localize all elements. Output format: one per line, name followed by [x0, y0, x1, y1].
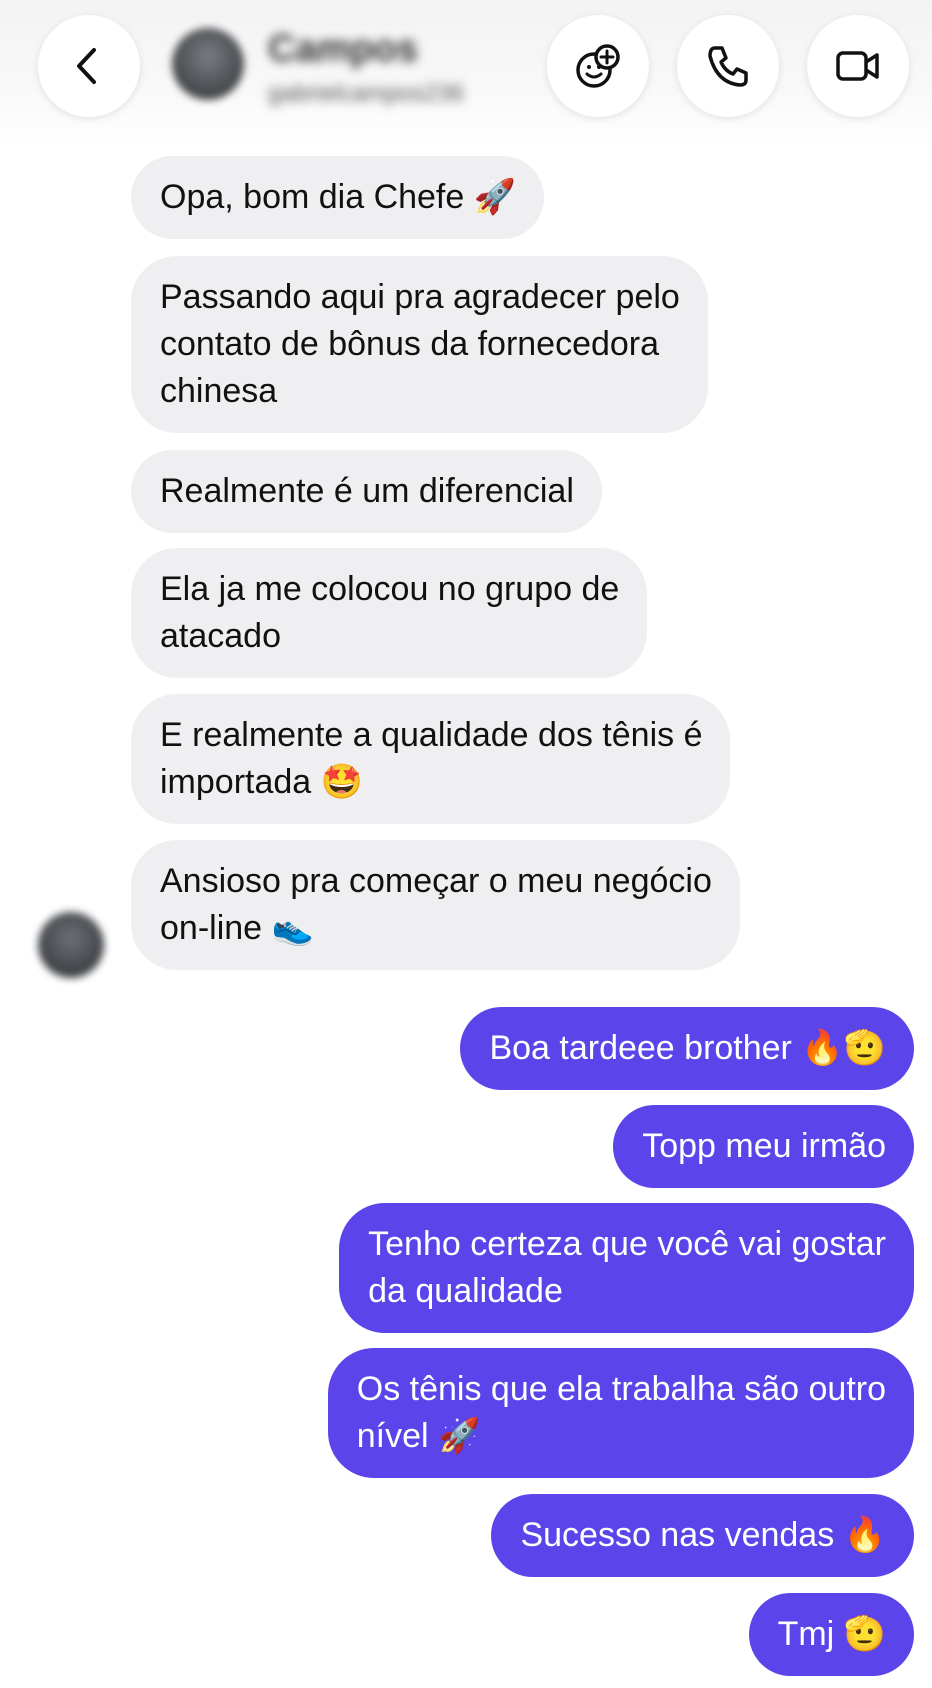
effects-button[interactable] [547, 15, 649, 117]
outgoing-message[interactable]: Tmj 🫡 [748, 1593, 914, 1676]
outgoing-message[interactable]: Topp meu irmão [613, 1105, 914, 1188]
incoming-message[interactable]: Ansioso pra começar o meu negócio on-lin… [131, 840, 740, 970]
incoming-message[interactable]: Realmente é um diferencial [131, 450, 602, 533]
chevron-left-icon [77, 48, 96, 84]
video-camera-icon [836, 51, 879, 81]
outgoing-message[interactable]: Sucesso nas vendas 🔥 [491, 1494, 914, 1577]
back-button[interactable] [38, 15, 140, 117]
incoming-message[interactable]: Opa, bom dia Chefe 🚀 [131, 156, 545, 239]
incoming-message[interactable]: Ela ja me colocou no grupo de atacado [131, 548, 648, 678]
video-call-button[interactable] [807, 15, 909, 117]
smiley-plus-icon [576, 44, 620, 88]
sender-avatar[interactable] [38, 912, 104, 978]
contact-name[interactable]: Campos [268, 28, 418, 71]
incoming-message[interactable]: E realmente a qualidade dos tênis é impo… [131, 694, 731, 824]
incoming-message[interactable]: Passando aqui pra agradecer pelo contato… [131, 256, 708, 433]
outgoing-message[interactable]: Tenho certeza que você vai gostar da qua… [339, 1203, 914, 1333]
phone-icon [708, 46, 748, 87]
contact-avatar[interactable] [172, 28, 244, 100]
chat-screen: Campos gabrielcampos236 Opa, bom dia Che… [0, 0, 932, 1688]
outgoing-message[interactable]: Boa tardeee brother 🔥🫡 [460, 1007, 914, 1090]
contact-handle[interactable]: gabrielcampos236 [268, 80, 464, 108]
call-button[interactable] [677, 15, 779, 117]
outgoing-message[interactable]: Os tênis que ela trabalha são outro níve… [327, 1348, 914, 1478]
chat-header [0, 0, 932, 150]
